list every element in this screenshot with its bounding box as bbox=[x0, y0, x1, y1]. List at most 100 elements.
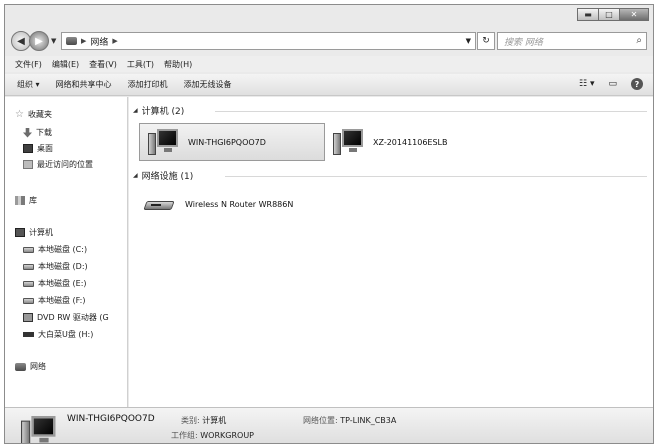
computer-name: WIN-THGI6PQOO7D bbox=[188, 137, 266, 147]
menu-help[interactable]: 帮助(H) bbox=[164, 59, 192, 70]
breadcrumb-network[interactable]: 网络 bbox=[90, 35, 108, 48]
sidebar-item-computer[interactable]: 计算机 bbox=[15, 227, 53, 238]
breadcrumb-separator-icon[interactable]: ▶ bbox=[112, 37, 117, 45]
search-placeholder: 搜索 网络 bbox=[504, 37, 543, 48]
sidebar-item-network[interactable]: 网络 bbox=[15, 361, 46, 372]
address-bar[interactable]: ▶ 网络 ▶ ▼ bbox=[61, 32, 476, 50]
hard-drive-icon bbox=[23, 280, 34, 287]
sidebar-item-drive-e[interactable]: 本地磁盘 (E:) bbox=[23, 278, 87, 289]
forward-arrow-icon: ▶ bbox=[35, 35, 43, 47]
router-tile[interactable]: Wireless N Router WR886N bbox=[143, 193, 345, 215]
computer-icon bbox=[148, 129, 178, 155]
sidebar-item-downloads[interactable]: 下载 bbox=[23, 127, 52, 138]
menu-edit[interactable]: 编辑(E) bbox=[52, 59, 79, 70]
command-bar: 组织 ▾ 网络和共享中心 添加打印机 添加无线设备 ☷ ▾ ▭ ? bbox=[5, 74, 653, 96]
hard-drive-icon bbox=[23, 246, 34, 253]
collapse-icon: ◢ bbox=[133, 172, 138, 179]
sidebar-item-recent-places[interactable]: 最近访问的位置 bbox=[23, 159, 93, 170]
hard-drive-icon bbox=[23, 263, 34, 270]
network-icon bbox=[15, 362, 26, 371]
minimize-button[interactable]: ▬ bbox=[577, 8, 599, 21]
preview-pane-icon[interactable]: ▭ bbox=[608, 79, 617, 89]
refresh-icon: ↻ bbox=[482, 36, 490, 46]
download-icon bbox=[23, 127, 32, 138]
group-header-label: 网络设施 (1) bbox=[141, 172, 194, 182]
computer-icon bbox=[333, 129, 363, 155]
router-icon bbox=[143, 197, 175, 211]
collapse-icon: ◢ bbox=[133, 107, 138, 114]
explorer-window: ▬ □ ✕ ◀ ▶ ▼ ▶ 网络 ▶ ▼ ↻ 搜索 网络 ⌕ 文件(F) 编辑(… bbox=[4, 4, 654, 444]
sidebar-item-label: 库 bbox=[29, 196, 37, 205]
organize-button[interactable]: 组织 ▾ bbox=[17, 79, 40, 90]
breadcrumb-separator-icon[interactable]: ▶ bbox=[81, 37, 86, 45]
sidebar-item-label: 桌面 bbox=[37, 144, 53, 153]
content-pane: ◢ 计算机 (2) WIN-THGI6PQOO7D XZ-20141106ESL… bbox=[129, 97, 653, 407]
details-workgroup: 工作组: WORKGROUP bbox=[171, 431, 254, 440]
search-icon[interactable]: ⌕ bbox=[636, 35, 642, 46]
group-divider bbox=[215, 111, 647, 112]
sidebar-item-label: 本地磁盘 (D:) bbox=[38, 262, 88, 271]
menu-tools[interactable]: 工具(T) bbox=[127, 59, 154, 70]
sidebar-item-label: 大白菜U盘 (H:) bbox=[38, 330, 94, 339]
sidebar-item-label: 最近访问的位置 bbox=[37, 160, 93, 169]
menu-bar: 文件(F) 编辑(E) 查看(V) 工具(T) 帮助(H) bbox=[5, 56, 653, 72]
desktop-icon bbox=[23, 144, 33, 153]
sidebar-item-drive-c[interactable]: 本地磁盘 (C:) bbox=[23, 244, 87, 255]
recent-places-icon bbox=[23, 160, 33, 169]
sidebar-item-usb-drive[interactable]: 大白菜U盘 (H:) bbox=[23, 329, 93, 340]
sidebar-item-dvd-drive[interactable]: DVD RW 驱动器 (G bbox=[23, 312, 109, 323]
back-button[interactable]: ◀ bbox=[11, 31, 31, 51]
group-divider bbox=[225, 176, 647, 177]
add-wireless-device-button[interactable]: 添加无线设备 bbox=[184, 79, 232, 90]
details-network-location: 网络位置: TP-LINK_CB3A bbox=[303, 416, 397, 425]
computer-icon bbox=[21, 416, 56, 443]
sidebar-item-label: 计算机 bbox=[29, 228, 53, 237]
sidebar-item-drive-f[interactable]: 本地磁盘 (F:) bbox=[23, 295, 85, 306]
sidebar-item-label: DVD RW 驱动器 (G bbox=[37, 313, 109, 322]
help-icon[interactable]: ? bbox=[631, 78, 643, 90]
menu-view[interactable]: 查看(V) bbox=[89, 59, 117, 70]
sidebar-item-label: 网络 bbox=[30, 362, 46, 371]
sidebar-item-label: 本地磁盘 (C:) bbox=[38, 245, 88, 254]
details-name: WIN-THGI6PQOO7D bbox=[67, 414, 155, 424]
group-header-computers[interactable]: ◢ 计算机 (2) bbox=[133, 104, 184, 117]
sidebar-item-libraries[interactable]: 库 bbox=[15, 195, 37, 206]
star-icon: ☆ bbox=[15, 109, 24, 120]
sidebar-item-drive-d[interactable]: 本地磁盘 (D:) bbox=[23, 261, 88, 272]
navigation-pane: ☆ 收藏夹 下载 桌面 最近访问的位置 库 计算机 本地磁盘 (C:) 本地磁盘… bbox=[5, 97, 128, 407]
group-header-label: 计算机 (2) bbox=[141, 107, 185, 117]
dvd-drive-icon bbox=[23, 313, 33, 322]
hard-drive-icon bbox=[23, 297, 34, 304]
toolbar-right: ☷ ▾ ▭ ? bbox=[579, 78, 643, 90]
add-printer-button[interactable]: 添加打印机 bbox=[128, 79, 168, 90]
menu-file[interactable]: 文件(F) bbox=[15, 59, 42, 70]
details-pane: WIN-THGI6PQOO7D 类别: 计算机 工作组: WORKGROUP 网… bbox=[5, 407, 653, 443]
group-header-network-infrastructure[interactable]: ◢ 网络设施 (1) bbox=[133, 169, 193, 182]
refresh-button[interactable]: ↻ bbox=[477, 32, 495, 50]
computer-name: XZ-20141106ESLB bbox=[373, 137, 448, 147]
computer-tile[interactable]: WIN-THGI6PQOO7D bbox=[139, 123, 325, 161]
sidebar-item-favorites[interactable]: ☆ 收藏夹 bbox=[15, 109, 52, 120]
network-icon bbox=[66, 37, 77, 45]
device-name: Wireless N Router WR886N bbox=[185, 199, 294, 209]
usb-drive-icon bbox=[23, 332, 34, 337]
computer-icon bbox=[15, 228, 25, 237]
details-category: 类别: 计算机 bbox=[181, 416, 227, 425]
sidebar-item-label: 本地磁盘 (E:) bbox=[38, 279, 87, 288]
library-icon bbox=[15, 196, 25, 205]
close-button[interactable]: ✕ bbox=[619, 8, 649, 21]
network-sharing-center-button[interactable]: 网络和共享中心 bbox=[56, 79, 112, 90]
view-options-icon[interactable]: ☷ ▾ bbox=[579, 79, 594, 89]
search-input[interactable]: 搜索 网络 ⌕ bbox=[497, 32, 647, 50]
caption-buttons: ▬ □ ✕ bbox=[577, 8, 649, 21]
maximize-button[interactable]: □ bbox=[598, 8, 620, 21]
recent-pages-dropdown[interactable]: ▼ bbox=[51, 37, 56, 45]
address-row: ◀ ▶ ▼ ▶ 网络 ▶ ▼ ↻ 搜索 网络 ⌕ bbox=[5, 29, 653, 55]
address-dropdown-icon[interactable]: ▼ bbox=[462, 37, 475, 45]
computer-tile[interactable]: XZ-20141106ESLB bbox=[329, 123, 509, 161]
back-arrow-icon: ◀ bbox=[17, 35, 25, 47]
sidebar-item-label: 下载 bbox=[36, 128, 52, 137]
forward-button[interactable]: ▶ bbox=[29, 31, 49, 51]
sidebar-item-desktop[interactable]: 桌面 bbox=[23, 143, 53, 154]
sidebar-item-label: 收藏夹 bbox=[27, 110, 52, 119]
